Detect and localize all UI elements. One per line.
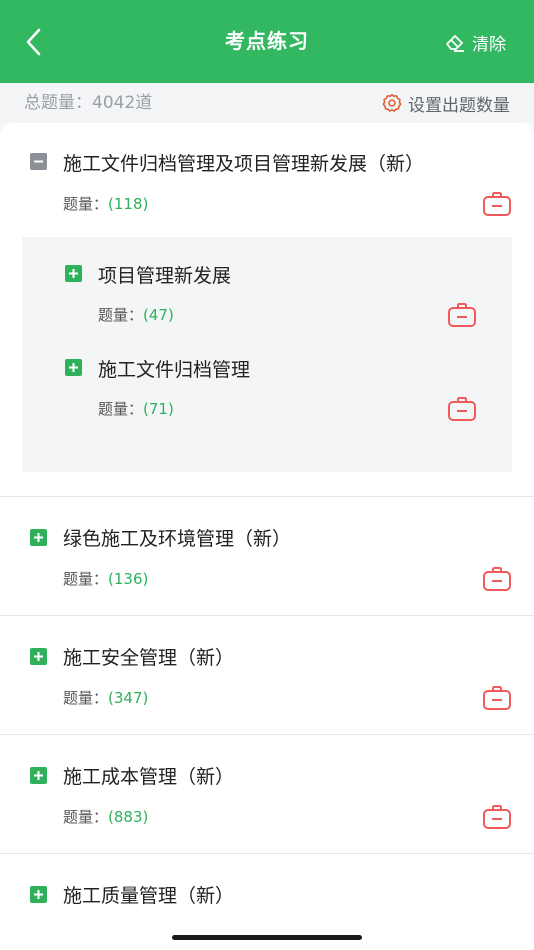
plus-square-icon — [69, 269, 78, 278]
gear-icon — [382, 94, 402, 112]
set-question-count-label: 设置出题数量 — [408, 95, 510, 116]
question-count-value: (136) — [108, 570, 149, 588]
medical-kit-icon[interactable] — [482, 566, 512, 592]
question-count-value: (118) — [108, 195, 149, 213]
medical-kit-icon[interactable] — [482, 804, 512, 830]
question-count-value: (883) — [108, 808, 149, 826]
topic-header[interactable]: 施工安全管理（新） 题量：(347) — [0, 616, 534, 734]
clear-label: 清除 — [472, 34, 506, 55]
question-count-prefix: 题量： — [98, 306, 144, 324]
question-count: 题量：(118) — [63, 193, 148, 214]
subtopic-title: 项目管理新发展 — [98, 265, 232, 287]
topic-item: 施工成本管理（新） 题量：(883) — [0, 735, 534, 854]
plus-square-icon — [34, 652, 43, 661]
topic-title: 施工质量管理（新） — [63, 885, 235, 907]
question-count-prefix: 题量： — [63, 195, 109, 213]
topic-item: 施工文件归档管理及项目管理新发展（新） 题量：(118) 项目管理新发展 题量：… — [0, 123, 534, 497]
topic-title: 绿色施工及环境管理（新） — [63, 528, 292, 550]
medical-kit-icon[interactable] — [447, 302, 477, 328]
question-count-prefix: 题量： — [63, 689, 109, 707]
minus-square-icon — [34, 160, 43, 163]
medical-kit-icon[interactable] — [482, 685, 512, 711]
topic-header[interactable]: 施工文件归档管理及项目管理新发展（新） 题量：(118) — [0, 123, 534, 237]
home-indicator[interactable] — [172, 935, 362, 940]
question-count-prefix: 题量： — [63, 570, 109, 588]
total-question-count: 总题量：4042道 — [24, 93, 153, 113]
question-count: 题量：(47) — [98, 304, 174, 325]
subtopic-title: 施工文件归档管理 — [98, 359, 251, 381]
collapse-toggle[interactable] — [30, 153, 47, 170]
expand-toggle[interactable] — [65, 265, 82, 282]
plus-square-icon — [34, 771, 43, 780]
question-count: 题量：(883) — [63, 806, 148, 827]
question-count-value: (347) — [108, 689, 149, 707]
question-count-prefix: 题量： — [63, 808, 109, 826]
expand-toggle[interactable] — [30, 886, 47, 903]
subtopic-item[interactable]: 项目管理新发展 题量：(47) — [22, 237, 512, 331]
question-count: 题量：(71) — [98, 398, 174, 419]
question-count: 题量：(136) — [63, 568, 148, 589]
topic-title: 施工成本管理（新） — [63, 766, 235, 788]
subtopic-panel: 项目管理新发展 题量：(47) 施工文件归档管理 题量：(71) — [22, 237, 512, 472]
question-count-value: (47) — [143, 306, 174, 324]
expand-toggle[interactable] — [30, 767, 47, 784]
app-screen: 考点练习 清除 总题量：4042道 设置出题数量 施工文件归档管理及项目管理新发… — [0, 0, 534, 950]
subtopic-item[interactable]: 施工文件归档管理 题量：(71) — [22, 331, 512, 425]
topic-list: 施工文件归档管理及项目管理新发展（新） 题量：(118) 项目管理新发展 题量：… — [0, 123, 534, 950]
medical-kit-icon[interactable] — [447, 396, 477, 422]
plus-square-icon — [34, 890, 43, 899]
topic-title: 施工文件归档管理及项目管理新发展（新） — [63, 153, 425, 175]
question-count-value: (71) — [143, 400, 174, 418]
eraser-icon — [446, 35, 464, 52]
set-question-count-button[interactable]: 设置出题数量 — [382, 83, 510, 123]
nav-header: 考点练习 清除 — [0, 0, 534, 83]
plus-square-icon — [69, 363, 78, 372]
expand-toggle[interactable] — [30, 529, 47, 546]
topic-item: 绿色施工及环境管理（新） 题量：(136) — [0, 497, 534, 616]
plus-square-icon — [34, 533, 43, 542]
clear-button[interactable]: 清除 — [444, 28, 506, 56]
question-count: 题量：(347) — [63, 687, 148, 708]
question-count-prefix: 题量： — [98, 400, 144, 418]
summary-bar: 总题量：4042道 设置出题数量 — [0, 83, 534, 123]
expand-toggle[interactable] — [65, 359, 82, 376]
topic-item: 施工安全管理（新） 题量：(347) — [0, 616, 534, 735]
medical-kit-icon[interactable] — [482, 191, 512, 217]
topic-header[interactable]: 施工成本管理（新） 题量：(883) — [0, 735, 534, 853]
topic-header[interactable]: 绿色施工及环境管理（新） 题量：(136) — [0, 497, 534, 615]
expand-toggle[interactable] — [30, 648, 47, 665]
topic-title: 施工安全管理（新） — [63, 647, 235, 669]
